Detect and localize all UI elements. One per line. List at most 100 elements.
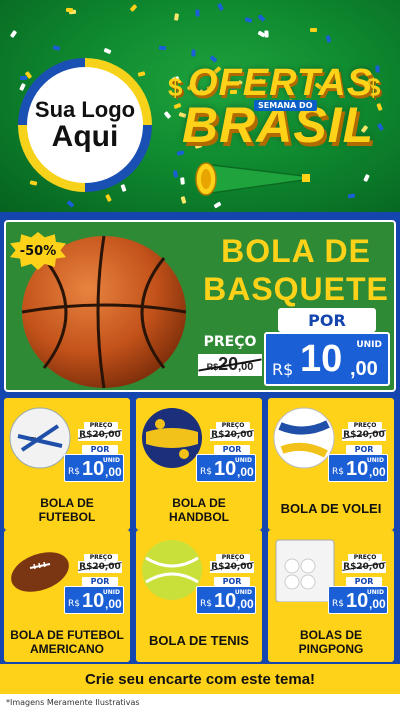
new-price-dec: ,00 <box>369 597 386 611</box>
confetti-piece <box>29 179 38 186</box>
confetti-piece <box>129 3 137 12</box>
unid-label: UNID <box>366 589 384 596</box>
preco-label: PREÇO <box>203 334 257 350</box>
product-card-futebol-americano[interactable]: PREÇOR$20,00 POR UNID R$10,00 BOLA DE FUTEBO… <box>4 530 130 662</box>
unid-label: UNID <box>102 589 120 596</box>
dollar-icon-left: $ <box>168 72 183 102</box>
product-card-futebol[interactable]: ~ PREÇOR$20,00 POR UNID R$10,00 BOLA DEFUTEBO… <box>4 398 130 530</box>
preco-label: PREÇO <box>216 554 250 561</box>
cta-banner[interactable]: Crie seu encarte com este tema! <box>0 664 400 694</box>
por-label: POR <box>82 577 118 586</box>
por-label: POR <box>346 577 382 586</box>
product-price-box: PREÇOR$20,00 POR UNID R$10,00 <box>196 554 256 614</box>
new-price: UNID R$ 10,00 <box>64 454 124 482</box>
confetti-piece <box>102 47 112 54</box>
featured-title-line2: BASQUETE <box>203 271 389 307</box>
new-price-int: 10 <box>346 458 369 480</box>
new-price-dec: ,00 <box>105 597 122 611</box>
product-name: BOLA DE VOLEI <box>268 502 394 516</box>
product-image-volei <box>273 407 335 469</box>
featured-title-line1: BOLA DE <box>221 233 371 269</box>
old-price: R$20,00 <box>78 429 122 441</box>
product-price-box: PREÇOR$20,00 POR UNID R$10,00 <box>328 422 388 482</box>
new-price: UNID R$ 10,00 <box>328 586 388 614</box>
confetti-piece <box>120 184 127 193</box>
semana-do-badge: SEMANA DO <box>254 100 317 111</box>
new-price-dec: ,00 <box>369 465 386 479</box>
new-price: UNID R$ 10,00 <box>64 586 124 614</box>
confetti-piece <box>9 29 17 38</box>
new-price-dec: ,00 <box>237 597 254 611</box>
product-name-line1: BOLA DE TENIS <box>149 633 249 648</box>
confetti-piece <box>66 7 74 12</box>
new-price-int: 10 <box>346 590 369 612</box>
product-card-pingpong[interactable]: PREÇOR$20,00 POR UNID R$10,00 BOLAS DEPINGPO… <box>268 530 394 662</box>
old-price-value: R$ 20 ,00 <box>198 354 262 376</box>
product-price-box: PREÇOR$20,00 POR UNID R$10,00 <box>64 422 124 482</box>
confetti-piece <box>194 9 200 17</box>
new-price-currency: R$ <box>332 599 344 609</box>
product-name: BOLA DE FUTEBOL AMERICANO <box>4 628 130 656</box>
new-price-currency: R$ <box>332 467 344 477</box>
new-price-currency: R$ <box>200 467 212 477</box>
new-price-int: 10 <box>300 338 343 380</box>
product-price-box: PREÇOR$20,00 POR UNID R$10,00 <box>196 422 256 482</box>
product-price-box: PREÇOR$20,00 POR UNID R$10,00 <box>328 554 388 614</box>
new-price-dec: ,00 <box>350 358 378 380</box>
logo-line2: Aqui <box>51 119 119 153</box>
campaign-title: $ $ OFERTAS BRASIL SEMANA DO <box>168 62 393 202</box>
confetti-piece <box>20 75 28 80</box>
old-price: R$20,00 <box>78 561 122 573</box>
unid-label: UNID <box>102 457 120 464</box>
new-price-int: 10 <box>214 590 237 612</box>
new-price: UNID R$ 10,00 <box>328 454 388 482</box>
confetti-piece <box>66 200 75 208</box>
product-name: BOLA DE FUTEBOL <box>4 496 130 524</box>
product-image-futebol-americano <box>11 552 69 592</box>
hero-banner: Sua Logo Aqui $ $ OFERTAS BRASIL SEMANA … <box>0 0 400 212</box>
product-name-line1: BOLA DE VOLEI <box>280 501 382 516</box>
product-price-box: PREÇOR$20,00 POR UNID R$10,00 <box>64 554 124 614</box>
product-card-handbol[interactable]: PREÇOR$20,00 POR UNID R$10,00 BOLA DEHANDBOL <box>136 398 262 530</box>
logo-placeholder[interactable]: Sua Logo Aqui <box>18 58 152 192</box>
new-price-currency: R$ <box>68 467 80 477</box>
old-price: R$20,00 <box>342 561 386 573</box>
confetti-piece <box>191 49 196 57</box>
confetti-piece <box>244 16 253 23</box>
new-price: UNID R$ 10,00 <box>196 454 256 482</box>
product-card-tenis[interactable]: PREÇOR$20,00 POR UNID R$10,00 BOLA DE TENIS <box>136 530 262 662</box>
confetti-piece <box>104 194 112 203</box>
product-image-handbol <box>142 408 202 468</box>
preco-label: PREÇO <box>84 422 118 429</box>
confetti-piece <box>173 13 179 22</box>
confetti-piece <box>137 70 146 77</box>
preco-label: PREÇO <box>216 422 250 429</box>
product-name-line1: BOLAS DE <box>299 628 362 642</box>
por-label: POR <box>346 445 382 454</box>
product-image-pingpong <box>275 539 335 602</box>
new-price-currency: R$ <box>272 360 294 379</box>
confetti-piece <box>52 45 61 51</box>
svg-text:~: ~ <box>30 433 37 442</box>
old-price: R$20,00 <box>210 429 254 441</box>
preco-label: PREÇO <box>348 422 382 429</box>
product-card-volei[interactable]: PREÇOR$20,00 POR UNID R$10,00 BOLA DE VOLEI <box>268 398 394 530</box>
new-price-dec: ,00 <box>237 465 254 479</box>
confetti-piece <box>217 2 225 11</box>
product-name-line2: HANDBOL <box>169 510 229 524</box>
new-price-dec: ,00 <box>105 465 122 479</box>
product-image-futebol: ~ <box>9 407 71 469</box>
featured-old-price: PREÇO R$ 20 ,00 <box>196 334 264 378</box>
product-name-line2: FUTEBOL <box>38 510 96 524</box>
confetti-piece <box>18 82 26 91</box>
product-name: BOLA DE TENIS <box>136 634 262 648</box>
new-price: UNID R$ 10,00 <box>196 586 256 614</box>
por-label: POR <box>82 445 118 454</box>
unid-label: UNID <box>234 589 252 596</box>
new-price-int: 10 <box>82 590 105 612</box>
old-price: R$20,00 <box>342 429 386 441</box>
old-price: R$20,00 <box>210 561 254 573</box>
product-name-line1: BOLA DE <box>40 496 94 510</box>
new-price-currency: R$ <box>68 599 80 609</box>
preco-label: PREÇO <box>348 554 382 561</box>
